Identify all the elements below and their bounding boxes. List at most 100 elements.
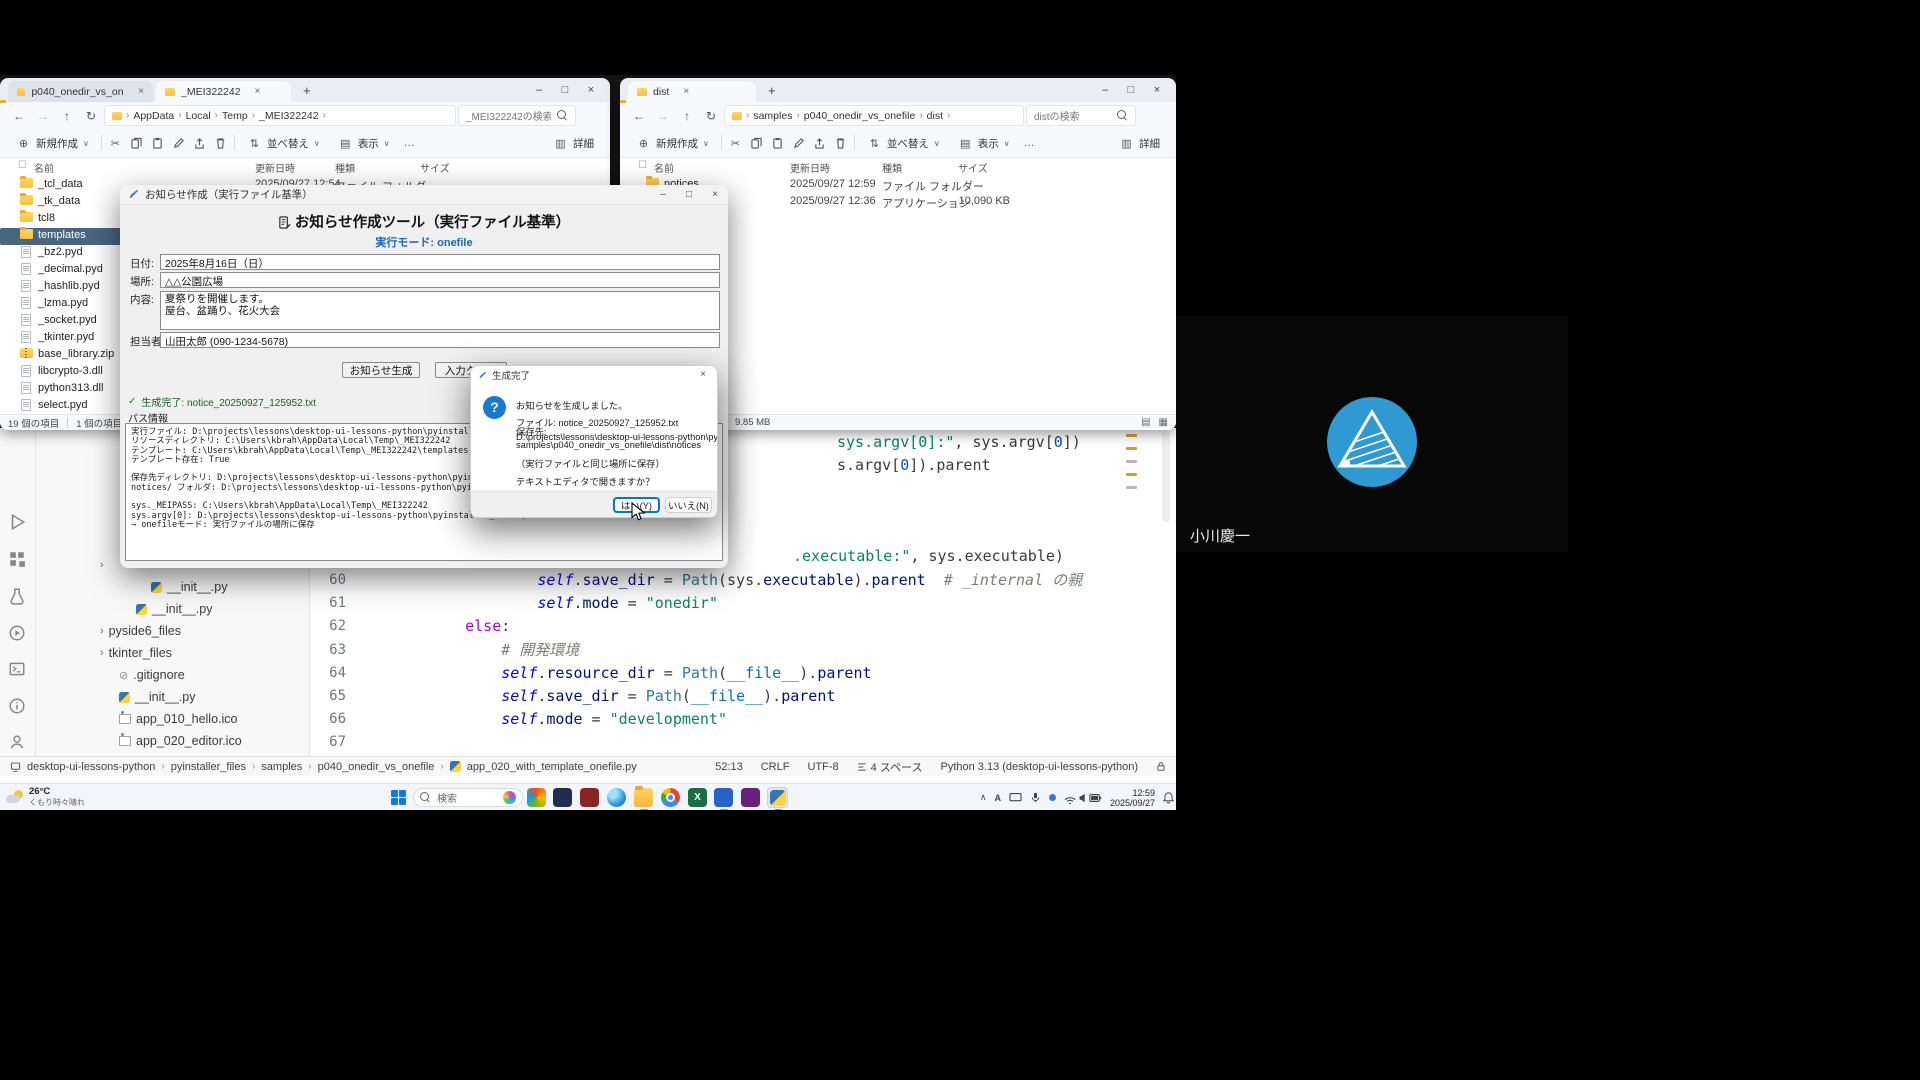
close-tab-icon[interactable]: × <box>138 86 144 97</box>
cut-icon[interactable]: ✂ <box>728 136 743 151</box>
column-size[interactable]: サイズ <box>958 160 988 175</box>
new-button[interactable]: ⊕新規作成∨ <box>10 133 95 154</box>
taskbar-icon-vscode[interactable] <box>713 787 734 808</box>
tree-item-app-010-hello-ico[interactable]: app_010_hello.ico <box>119 709 237 729</box>
address-bar[interactable]: › samples› p040_onedir_vs_onefile› dist› <box>724 105 1024 126</box>
taskbar-clock[interactable]: 12:592025/09/27 <box>1110 788 1155 808</box>
taskbar-icon-chrome[interactable] <box>660 787 681 808</box>
maximize-button[interactable]: □ <box>676 185 702 205</box>
extensions-icon[interactable] <box>8 550 28 570</box>
close-tab-icon[interactable]: × <box>255 86 261 97</box>
tree-item-tkinter-files[interactable]: ›tkinter_files <box>100 643 172 663</box>
encoding-indicator[interactable]: UTF-8 <box>807 761 838 773</box>
delete-icon[interactable] <box>213 136 228 151</box>
search-box[interactable]: _MEI322242の検索 <box>458 105 576 126</box>
copy-icon[interactable] <box>749 136 764 151</box>
tab-dist[interactable]: dist× <box>628 81 756 102</box>
column-kind[interactable]: 種類 <box>335 160 355 175</box>
copy-icon[interactable] <box>129 136 144 151</box>
select-all-checkbox[interactable]: ☐ <box>638 160 647 171</box>
run-icon[interactable] <box>8 513 28 533</box>
close-button[interactable]: × <box>578 84 604 96</box>
share-icon[interactable] <box>812 136 827 151</box>
column-kind[interactable]: 種類 <box>882 160 902 175</box>
run-debug-icon[interactable] <box>8 624 28 644</box>
tree-item-init-py[interactable]: __init__.py <box>151 577 227 597</box>
up-button[interactable]: ↑ <box>56 109 78 123</box>
tab-p040-onedir-vs-onefile[interactable]: p040_onedir_vs_onefile× <box>8 81 153 102</box>
new-tab-button[interactable]: + <box>759 83 785 98</box>
tree-item-pyside6-files[interactable]: ›pyside6_files <box>100 621 181 641</box>
breadcrumb[interactable]: p040_onedir_vs_onefile <box>318 761 435 773</box>
tab-mei322242[interactable]: _MEI322242× <box>156 81 291 102</box>
details-view-icon[interactable]: ▤ <box>1141 417 1150 428</box>
refresh-button[interactable]: ↻ <box>700 109 722 123</box>
view-button[interactable]: ▤表示∨ <box>332 133 396 154</box>
sort-button[interactable]: ⇅並べ替え∨ <box>861 133 946 154</box>
date-field[interactable]: 2025年8月16日（日） <box>160 254 720 270</box>
tray-expand-icon[interactable]: ∧ <box>980 792 987 803</box>
large-icons-view-icon[interactable]: ▦ <box>1159 417 1168 428</box>
refresh-button[interactable]: ↻ <box>80 109 102 123</box>
back-button[interactable]: ← <box>628 109 650 123</box>
tree-item-init-py[interactable]: __init__.py <box>119 687 195 707</box>
forward-button[interactable]: → <box>652 109 674 123</box>
delete-icon[interactable] <box>833 136 848 151</box>
dialog-title-bar[interactable]: 生成完了 <box>471 366 717 384</box>
column-date[interactable]: 更新日時 <box>255 160 295 175</box>
minimize-button[interactable]: – <box>1092 84 1118 96</box>
more-options-icon[interactable]: … <box>1022 136 1037 151</box>
interpreter-indicator[interactable]: Python 3.13 (desktop-ui-lessons-python) <box>941 761 1139 773</box>
breadcrumb[interactable]: p040_onedir_vs_onefile <box>804 110 916 122</box>
minimize-button[interactable]: – <box>650 185 676 205</box>
place-field[interactable]: △△公園広場 <box>160 272 720 288</box>
taskbar-icon-edge[interactable] <box>606 787 627 808</box>
lock-icon[interactable] <box>1156 761 1166 772</box>
breadcrumb[interactable]: _MEI322242 <box>259 110 319 122</box>
tree-item-init-py[interactable]: __init__.py <box>136 599 212 619</box>
breadcrumb[interactable]: desktop-ui-lessons-python <box>27 761 155 773</box>
up-button[interactable]: ↑ <box>676 109 698 123</box>
maximize-button[interactable]: □ <box>1118 84 1144 96</box>
select-all-checkbox[interactable]: ☐ <box>18 160 27 171</box>
taskbar-icon-photos[interactable] <box>526 787 547 808</box>
search-box[interactable]: distの検索 <box>1026 105 1136 126</box>
column-name[interactable]: 名前 <box>34 160 54 175</box>
paste-icon[interactable] <box>770 136 785 151</box>
address-bar[interactable]: › AppData› Local› Temp› _MEI322242› <box>104 105 456 126</box>
column-size[interactable]: サイズ <box>420 160 450 175</box>
notification-bell-icon[interactable] <box>1163 792 1174 804</box>
no-button[interactable]: いいえ(N) <box>665 497 712 513</box>
share-icon[interactable] <box>192 136 207 151</box>
details-pane-button[interactable]: ▥詳細 <box>547 133 600 154</box>
breadcrumb-filename[interactable]: app_020_with_template_onefile.py <box>467 761 637 773</box>
network-volume-battery-icons[interactable] <box>1064 792 1102 804</box>
breadcrumb[interactable]: Local <box>186 110 211 122</box>
new-tab-button[interactable]: + <box>294 83 320 98</box>
new-button[interactable]: ⊕新規作成∨ <box>630 133 715 154</box>
breadcrumb[interactable]: Temp <box>222 110 248 122</box>
weather-widget[interactable]: 26°Cくもり時々晴れ <box>6 786 85 808</box>
tree-item-gitignore[interactable]: ⊘.gitignore <box>119 665 185 685</box>
minimize-button[interactable]: – <box>526 84 552 96</box>
test-beaker-icon[interactable] <box>8 587 28 607</box>
maximize-button[interactable]: □ <box>552 84 578 96</box>
editor-scrollbar[interactable] <box>1162 430 1170 522</box>
body-field[interactable]: 夏祭りを開催します。 屋台、盆踊り、花火大会 <box>160 291 720 330</box>
taskbar-icon-powershell[interactable] <box>579 787 600 808</box>
taskbar-icon-notepad[interactable] <box>552 787 573 808</box>
bluetooth-icon[interactable] <box>1049 794 1056 801</box>
details-pane-button[interactable]: ▥詳細 <box>1113 133 1166 154</box>
tree-item-app-020-editor-ico[interactable]: app_020_editor.ico <box>119 731 242 751</box>
title-bar[interactable]: お知らせ作成（実行ファイル基準） –□× <box>120 185 728 205</box>
breadcrumb[interactable]: samples <box>753 110 792 122</box>
start-button[interactable] <box>388 787 409 808</box>
eol-indicator[interactable]: CRLF <box>761 761 790 773</box>
terminal-icon[interactable] <box>8 660 28 680</box>
rename-icon[interactable] <box>171 136 186 151</box>
sort-button[interactable]: ⇅並べ替え∨ <box>241 133 326 154</box>
taskbar-icon-explorer[interactable] <box>633 787 654 808</box>
mic-icon[interactable] <box>1030 792 1041 803</box>
column-date[interactable]: 更新日時 <box>790 160 830 175</box>
column-name[interactable]: 名前 <box>654 160 674 175</box>
